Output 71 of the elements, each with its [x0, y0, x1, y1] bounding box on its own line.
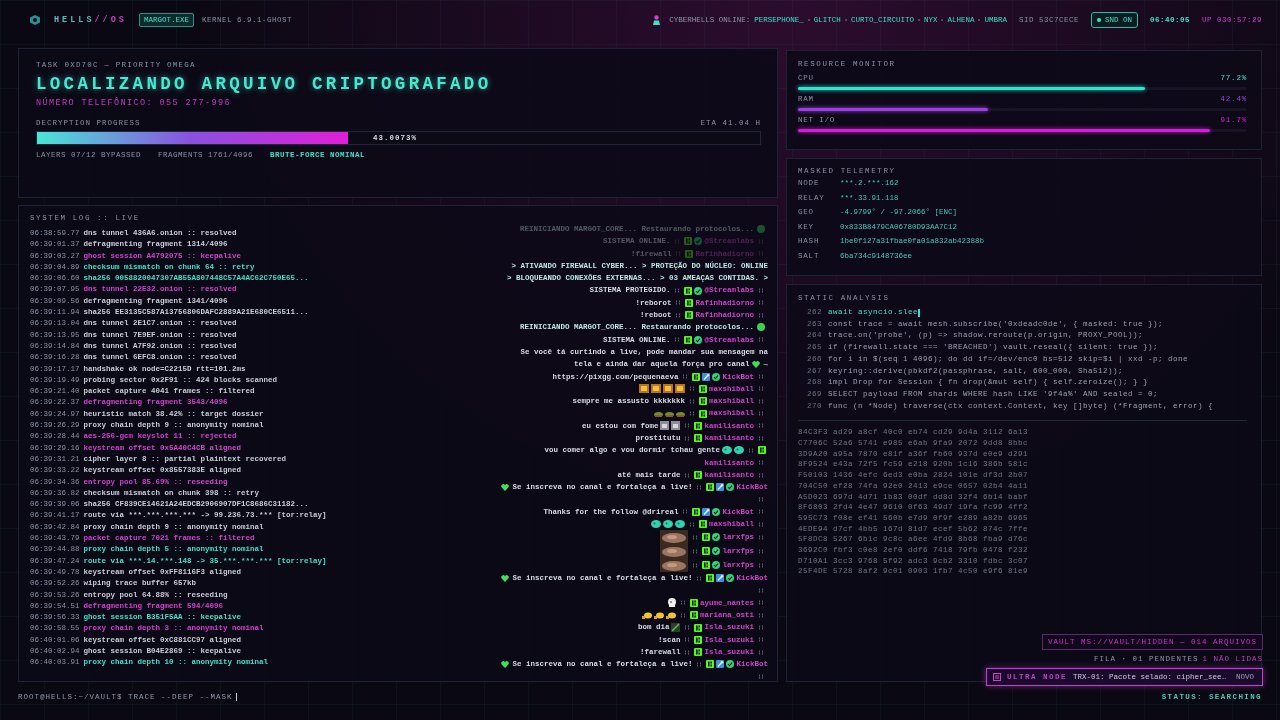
tool-badge-icon — [702, 507, 711, 516]
tool-badge-icon — [716, 483, 725, 492]
emote-icon — [671, 421, 681, 431]
square-badge-icon — [699, 384, 707, 393]
square-badge-icon — [684, 286, 693, 295]
check-badge-icon — [726, 483, 735, 492]
logo-icon — [30, 15, 40, 25]
task-title: LOCALIZANDO ARQUIVO CRIPTOGRAFADO — [36, 74, 493, 94]
square-badge-icon — [694, 471, 703, 480]
check-badge-icon — [712, 561, 721, 570]
square-badge-icon — [702, 547, 711, 556]
check-badge-icon — [694, 335, 703, 344]
emote-icon — [654, 611, 664, 619]
square-badge-icon — [685, 311, 694, 320]
square-badge-icon — [694, 421, 703, 430]
square-badge-icon — [694, 623, 703, 632]
box-icon — [992, 673, 1001, 681]
emote-icon — [665, 410, 674, 417]
emote-icon — [734, 446, 744, 455]
emote-icon — [660, 421, 670, 431]
square-badge-icon — [690, 598, 698, 607]
check-badge-icon — [712, 533, 721, 542]
emote-icon — [671, 623, 681, 633]
square-badge-icon — [699, 409, 707, 418]
square-badge-icon — [685, 298, 694, 307]
square-badge-icon — [699, 520, 707, 529]
emote-icon — [676, 410, 685, 417]
emote-icon — [654, 410, 663, 417]
emote-icon — [668, 598, 676, 608]
logo-text: HELLS//OS — [54, 15, 127, 25]
tool-badge-icon — [702, 372, 711, 381]
square-badge-icon — [702, 533, 711, 542]
square-badge-icon — [684, 237, 693, 246]
emote-icon — [642, 611, 652, 619]
square-badge-icon — [706, 483, 715, 492]
tool-badge-icon — [716, 660, 725, 669]
phone-number: NÚMERO TELEFÔNICO: 055 277-996 — [36, 98, 233, 108]
square-badge-icon — [694, 434, 703, 443]
heart-icon — [501, 660, 510, 668]
heart-icon — [752, 360, 761, 368]
square-badge-icon — [694, 635, 703, 644]
check-badge-icon — [712, 547, 721, 556]
status-dot-icon — [757, 225, 765, 234]
check-badge-icon — [726, 660, 735, 669]
check-badge-icon — [726, 574, 735, 583]
emote-icon — [660, 558, 689, 573]
square-badge-icon — [692, 372, 701, 381]
heart-icon — [501, 574, 510, 582]
square-badge-icon — [758, 446, 766, 455]
user-icon — [652, 15, 662, 25]
square-badge-icon — [690, 611, 698, 620]
status-dot-icon — [757, 323, 765, 332]
check-badge-icon — [712, 507, 721, 516]
emote-icon — [660, 544, 689, 559]
check-badge-icon — [712, 372, 721, 381]
square-badge-icon — [685, 249, 694, 258]
square-badge-icon — [699, 397, 707, 406]
check-badge-icon — [694, 237, 703, 246]
check-badge-icon — [694, 286, 703, 295]
text-cursor — [918, 308, 920, 317]
square-badge-icon — [702, 561, 711, 570]
text-cursor — [235, 693, 237, 701]
emote-icon — [722, 446, 732, 455]
tool-badge-icon — [716, 574, 725, 583]
emote-icon — [666, 611, 676, 619]
heart-icon — [501, 483, 510, 491]
square-badge-icon — [706, 660, 715, 669]
square-badge-icon — [684, 335, 693, 344]
square-badge-icon — [694, 648, 703, 657]
square-badge-icon — [706, 574, 715, 583]
square-badge-icon — [692, 507, 701, 516]
